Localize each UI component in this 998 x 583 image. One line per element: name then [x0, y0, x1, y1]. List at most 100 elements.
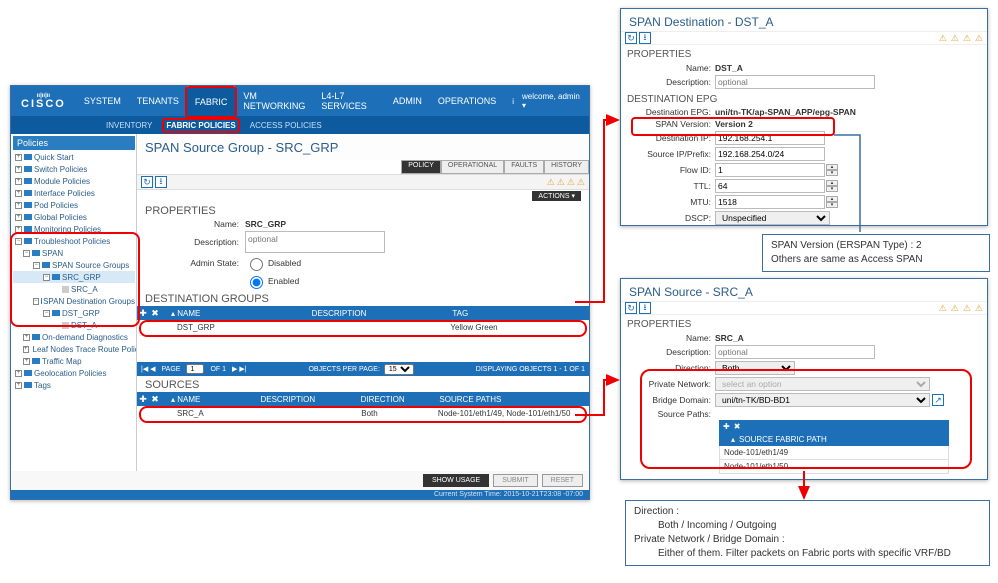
sub-inventory[interactable]: INVENTORY — [106, 121, 152, 130]
tab-l4l7[interactable]: L4-L7 SERVICES — [313, 86, 385, 116]
expand-icon[interactable]: + — [15, 226, 22, 233]
private-network-select[interactable]: select an option — [715, 377, 930, 391]
expand-icon[interactable]: − — [33, 262, 40, 269]
tab-operational[interactable]: OPERATIONAL — [441, 160, 504, 174]
remove-icon[interactable]: ✖ — [149, 308, 161, 318]
tree-item[interactable]: +Global Policies — [13, 211, 135, 223]
tree-item[interactable]: +Traffic Map — [13, 355, 135, 367]
mtu-input[interactable] — [715, 195, 825, 209]
tab-faults[interactable]: FAULTS — [504, 160, 544, 174]
dest-row[interactable]: DST_GRP Yellow Green — [139, 320, 587, 336]
tree-item[interactable]: SRC_A — [13, 283, 135, 295]
tree-item[interactable]: +Module Policies — [13, 175, 135, 187]
src-ip-input[interactable] — [715, 147, 825, 161]
folder-icon — [24, 214, 32, 220]
remove-icon[interactable]: ✖ — [149, 394, 161, 404]
download-icon[interactable]: ⭳ — [155, 176, 167, 188]
expand-icon[interactable]: − — [33, 298, 39, 305]
opp-select[interactable]: 15 — [384, 364, 414, 375]
source-path-row[interactable]: Node-101/eth1/49 — [719, 446, 949, 460]
expand-icon[interactable]: + — [15, 154, 22, 161]
tree-item[interactable]: +Quick Start — [13, 151, 135, 163]
expand-icon[interactable]: − — [43, 310, 50, 317]
show-usage-button[interactable]: SHOW USAGE — [423, 474, 489, 487]
tab-admin[interactable]: ADMIN — [385, 86, 430, 116]
expand-icon[interactable]: + — [15, 214, 22, 221]
tab-fabric[interactable]: FABRIC — [187, 86, 236, 116]
expand-icon[interactable]: − — [15, 238, 22, 245]
tab-system[interactable]: SYSTEM — [76, 86, 129, 116]
add-icon[interactable]: ✚ — [137, 394, 149, 404]
expand-icon[interactable]: + — [23, 346, 29, 353]
tree-item[interactable]: +On-demand Diagnostics — [13, 331, 135, 343]
folder-icon — [24, 154, 32, 160]
tab-operations[interactable]: OPERATIONS — [430, 86, 504, 116]
tree-item[interactable]: +Interface Policies — [13, 187, 135, 199]
expand-icon[interactable]: + — [23, 358, 30, 365]
reset-button[interactable]: RESET — [542, 474, 583, 487]
spin-down-icon[interactable]: ▾ — [826, 186, 838, 192]
sub-access-policies[interactable]: ACCESS POLICIES — [250, 121, 322, 130]
tree-item[interactable]: −SPAN Source Groups — [13, 259, 135, 271]
tree-item[interactable]: +Switch Policies — [13, 163, 135, 175]
download-icon[interactable]: ⭳ — [639, 302, 651, 314]
expand-icon[interactable]: + — [15, 178, 22, 185]
admin-state-label: Admin State: — [145, 258, 245, 268]
direction-select[interactable]: Both — [715, 361, 795, 375]
tab-tenants[interactable]: TENANTS — [129, 86, 187, 116]
expand-icon[interactable]: + — [15, 382, 22, 389]
tab-history[interactable]: HISTORY — [544, 160, 589, 174]
tree-item[interactable]: DST_A — [13, 319, 135, 331]
spin-down-icon[interactable]: ▾ — [826, 202, 838, 208]
page-input[interactable] — [186, 364, 204, 374]
submit-button[interactable]: SUBMIT — [493, 474, 537, 487]
refresh-icon[interactable]: ↻ — [625, 32, 637, 44]
go-icon[interactable]: ↗ — [932, 394, 944, 406]
pop1-iconbar: ↻ ⭳ ⚠⚠⚠⚠ — [621, 31, 987, 45]
remove-icon[interactable]: ✖ — [734, 422, 741, 431]
flow-id-input[interactable] — [715, 163, 825, 177]
tree-item[interactable]: +Geolocation Policies — [13, 367, 135, 379]
tree-item[interactable]: +Monitoring Policies — [13, 223, 135, 235]
welcome-label[interactable]: welcome, admin ▾ — [522, 92, 581, 110]
tree-item[interactable]: −SPAN Destination Groups — [13, 295, 135, 307]
source-path-row[interactable]: Node-101/eth1/50 — [719, 460, 949, 474]
expand-icon[interactable]: + — [15, 202, 22, 209]
pop2-title: SPAN Source - SRC_A — [621, 279, 987, 301]
sub-fabric-policies[interactable]: FABRIC POLICIES — [166, 121, 235, 130]
ttl-input[interactable] — [715, 179, 825, 193]
add-icon[interactable]: ✚ — [723, 422, 730, 431]
expand-icon[interactable]: + — [15, 166, 22, 173]
add-icon[interactable]: ✚ — [137, 308, 149, 318]
spin-down-icon[interactable]: ▾ — [826, 170, 838, 176]
refresh-icon[interactable]: ↻ — [141, 176, 153, 188]
download-icon[interactable]: ⭳ — [639, 32, 651, 44]
expand-icon[interactable]: + — [15, 370, 22, 377]
tree-item[interactable]: −DST_GRP — [13, 307, 135, 319]
expand-icon[interactable]: + — [23, 334, 30, 341]
expand-icon[interactable]: − — [43, 274, 50, 281]
tab-policy[interactable]: POLICY — [401, 160, 441, 174]
dscp-select[interactable]: Unspecified — [715, 211, 830, 225]
pop2-desc-input[interactable] — [715, 345, 875, 359]
tab-vm-networking[interactable]: VM NETWORKING — [235, 86, 313, 116]
actions-button[interactable]: ACTIONS ▾ — [532, 191, 581, 201]
tree-item[interactable]: −Troubleshoot Policies — [13, 235, 135, 247]
tree-item[interactable]: +Pod Policies — [13, 199, 135, 211]
desc-input[interactable] — [245, 231, 385, 253]
refresh-icon[interactable]: ↻ — [625, 302, 637, 314]
disabled-radio[interactable] — [250, 258, 263, 271]
enabled-radio[interactable] — [250, 276, 263, 289]
expand-icon[interactable]: + — [15, 190, 22, 197]
tree-item[interactable]: −SPAN — [13, 247, 135, 259]
tree-item[interactable]: +Leaf Nodes Trace Route Policy — [13, 343, 135, 355]
expand-icon[interactable]: − — [23, 250, 30, 257]
info-icon[interactable]: i — [512, 97, 514, 106]
src-row[interactable]: SRC_A Both Node-101/eth1/49, Node-101/et… — [139, 406, 587, 422]
tree-item[interactable]: +Tags — [13, 379, 135, 391]
bridge-domain-select[interactable]: uni/tn-TK/BD-BD1 — [715, 393, 930, 407]
tree-item[interactable]: −SRC_GRP — [13, 271, 135, 283]
dest-ip-input[interactable] — [715, 131, 825, 145]
pop1-desc-input[interactable] — [715, 75, 875, 89]
dest-row-wrap: DST_GRP Yellow Green — [139, 320, 587, 336]
